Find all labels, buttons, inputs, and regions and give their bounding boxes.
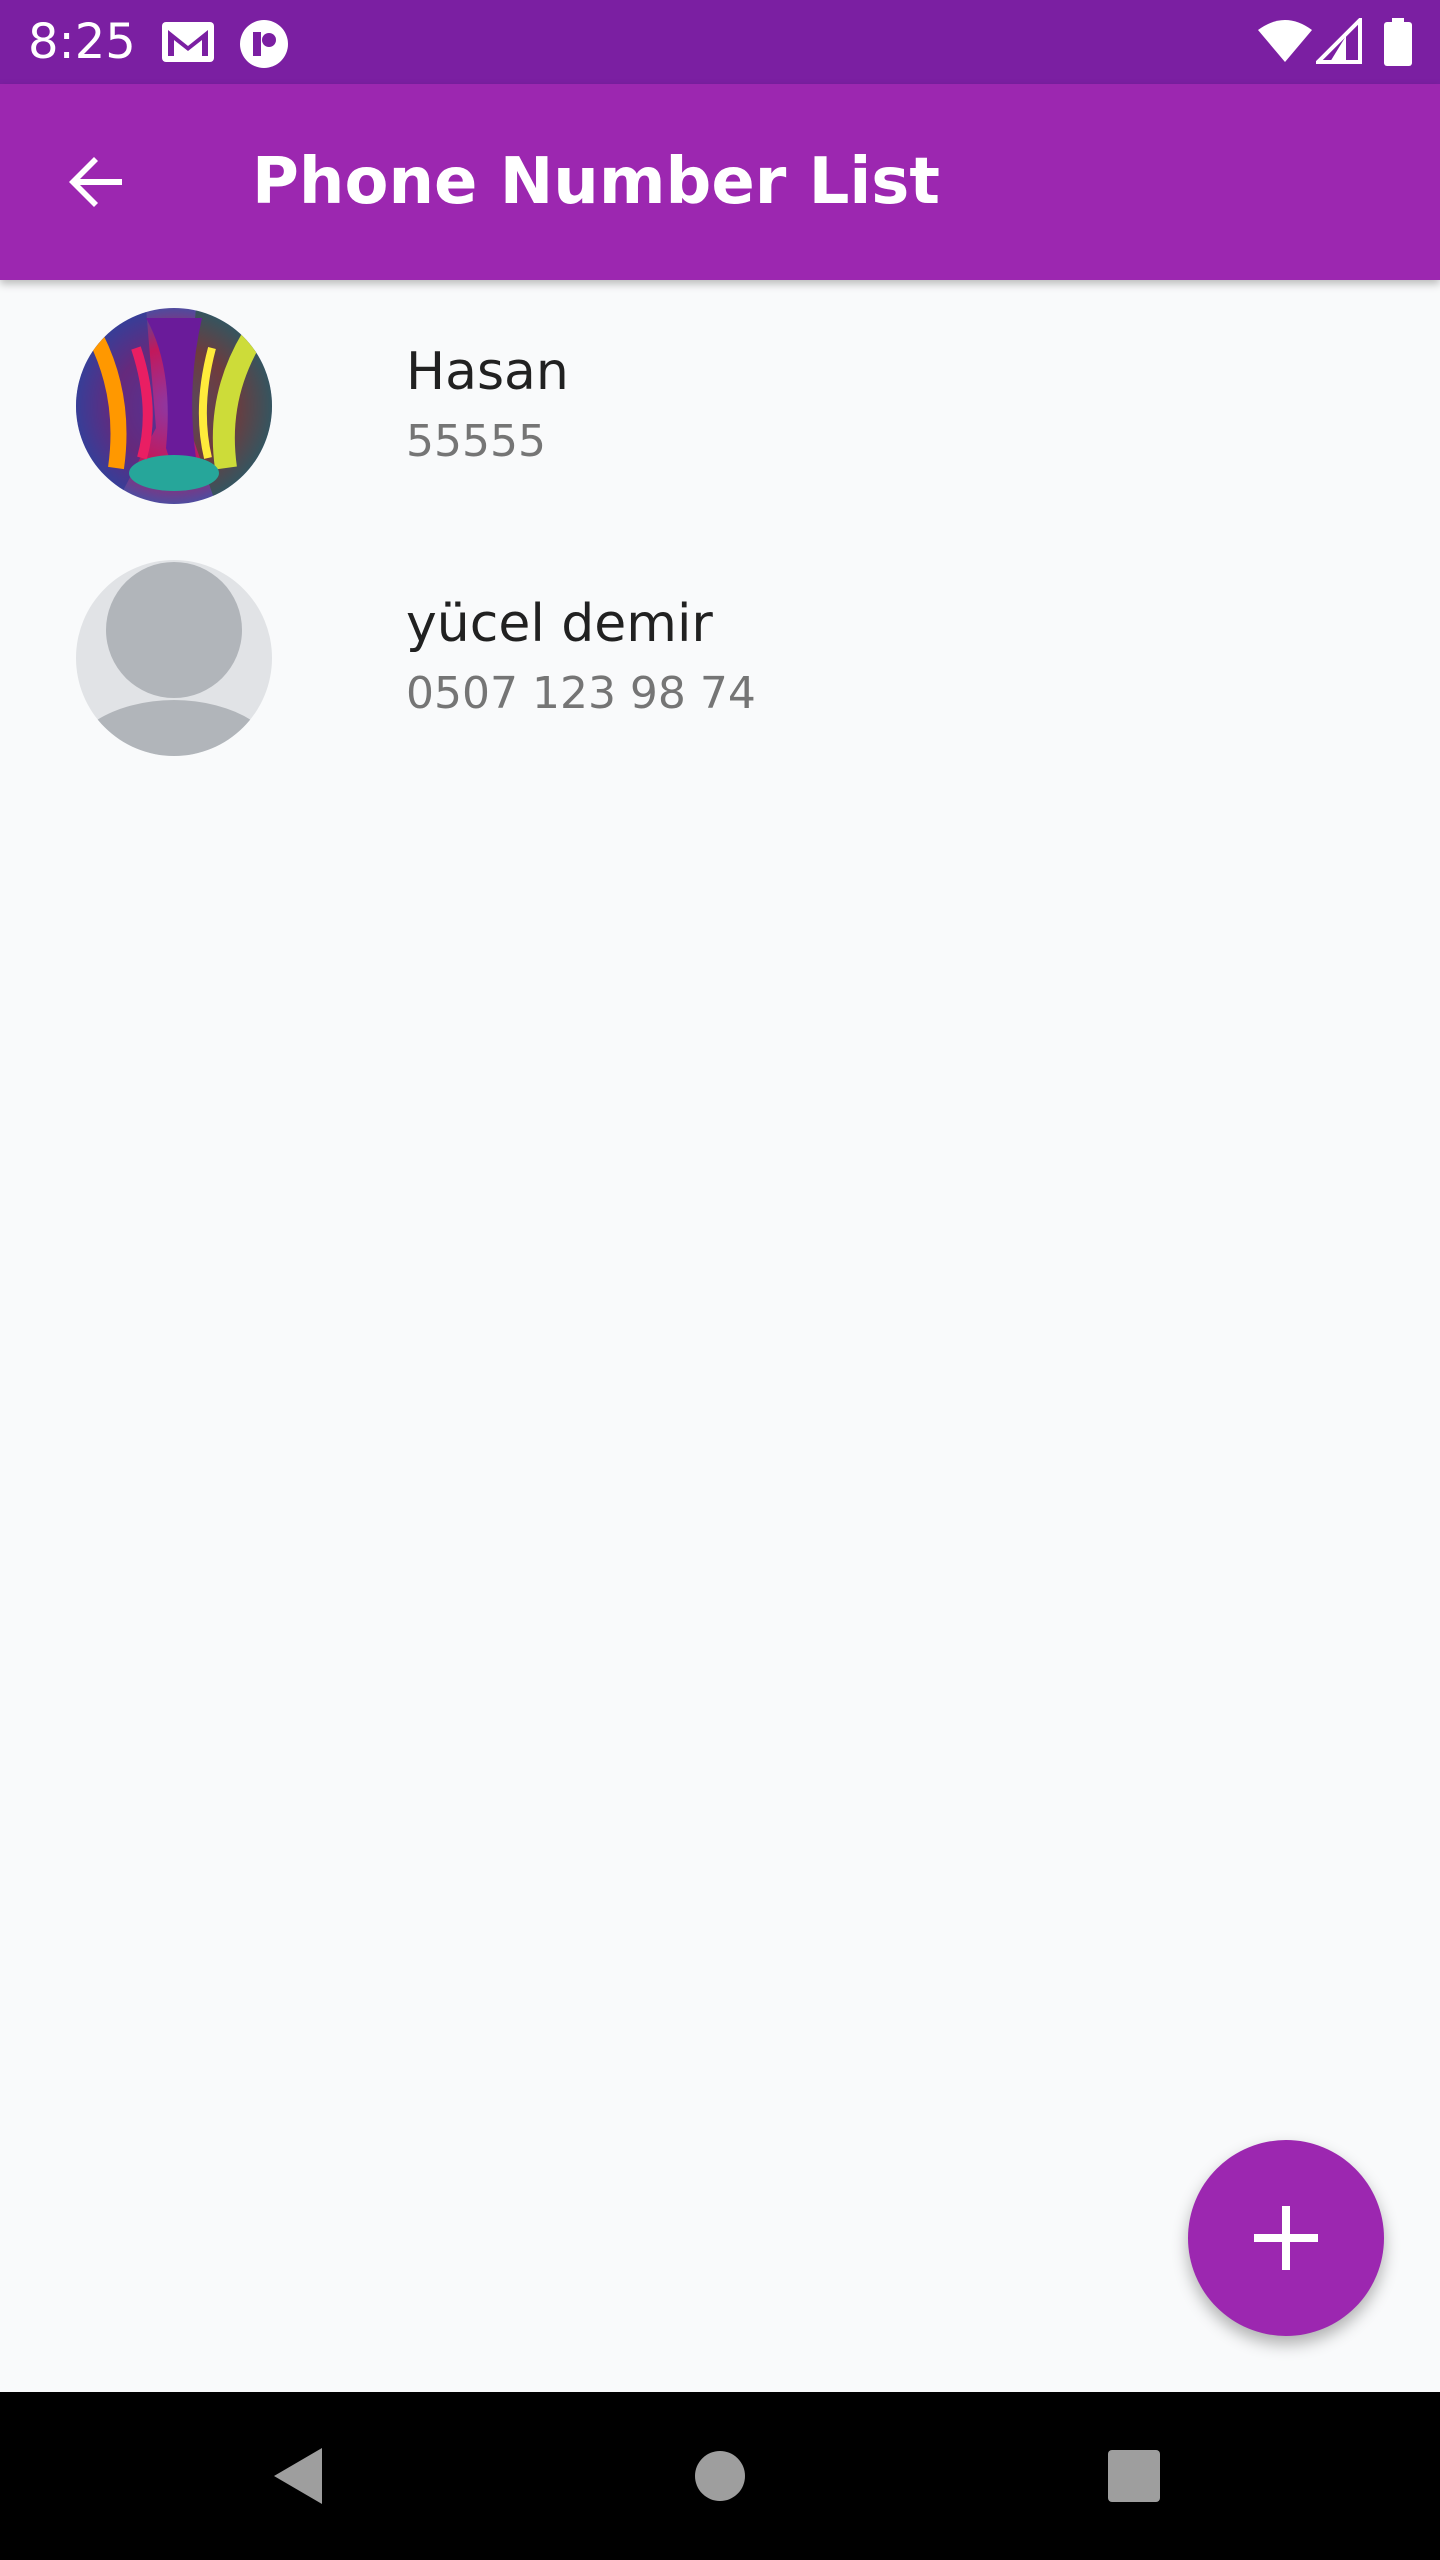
arrow-back-icon <box>69 157 122 207</box>
status-time: 8:25 <box>28 14 136 70</box>
contact-list: Hasan 55555 yücel demir 0507 123 98 74 <box>0 280 1440 784</box>
status-bar: 8:25 <box>0 0 1440 84</box>
back-button[interactable] <box>48 134 144 230</box>
page-title: Phone Number List <box>252 145 940 219</box>
home-circle-icon <box>695 2451 745 2501</box>
navigation-bar <box>0 2392 1440 2560</box>
avatar <box>76 560 272 756</box>
avatar <box>76 308 272 504</box>
back-triangle-icon <box>274 2448 322 2504</box>
contact-phone: 55555 <box>406 416 546 467</box>
phone-number-list-screen: 8:25 Phone Number List Hasan 55555 yücel… <box>0 0 1440 2560</box>
app-bar: Phone Number List <box>0 84 1440 280</box>
nav-recents-button[interactable] <box>1086 2428 1182 2524</box>
gmail-icon <box>160 18 216 70</box>
signal-icon <box>1313 15 1362 68</box>
contact-name: yücel demir <box>406 594 713 654</box>
wifi-icon <box>1256 18 1314 68</box>
contact-photo-icon <box>76 308 272 504</box>
plus-icon <box>1254 2206 1318 2270</box>
list-item[interactable]: Hasan 55555 <box>0 280 1440 532</box>
contact-name: Hasan <box>406 342 569 402</box>
contact-phone: 0507 123 98 74 <box>406 668 756 719</box>
battery-icon <box>1384 18 1412 70</box>
nav-home-button[interactable] <box>672 2428 768 2524</box>
list-item[interactable]: yücel demir 0507 123 98 74 <box>0 532 1440 784</box>
app-notification-icon <box>238 18 290 74</box>
nav-back-button[interactable] <box>252 2428 348 2524</box>
recents-square-icon <box>1108 2450 1160 2502</box>
add-contact-button[interactable] <box>1188 2140 1384 2336</box>
default-person-icon <box>76 560 272 756</box>
